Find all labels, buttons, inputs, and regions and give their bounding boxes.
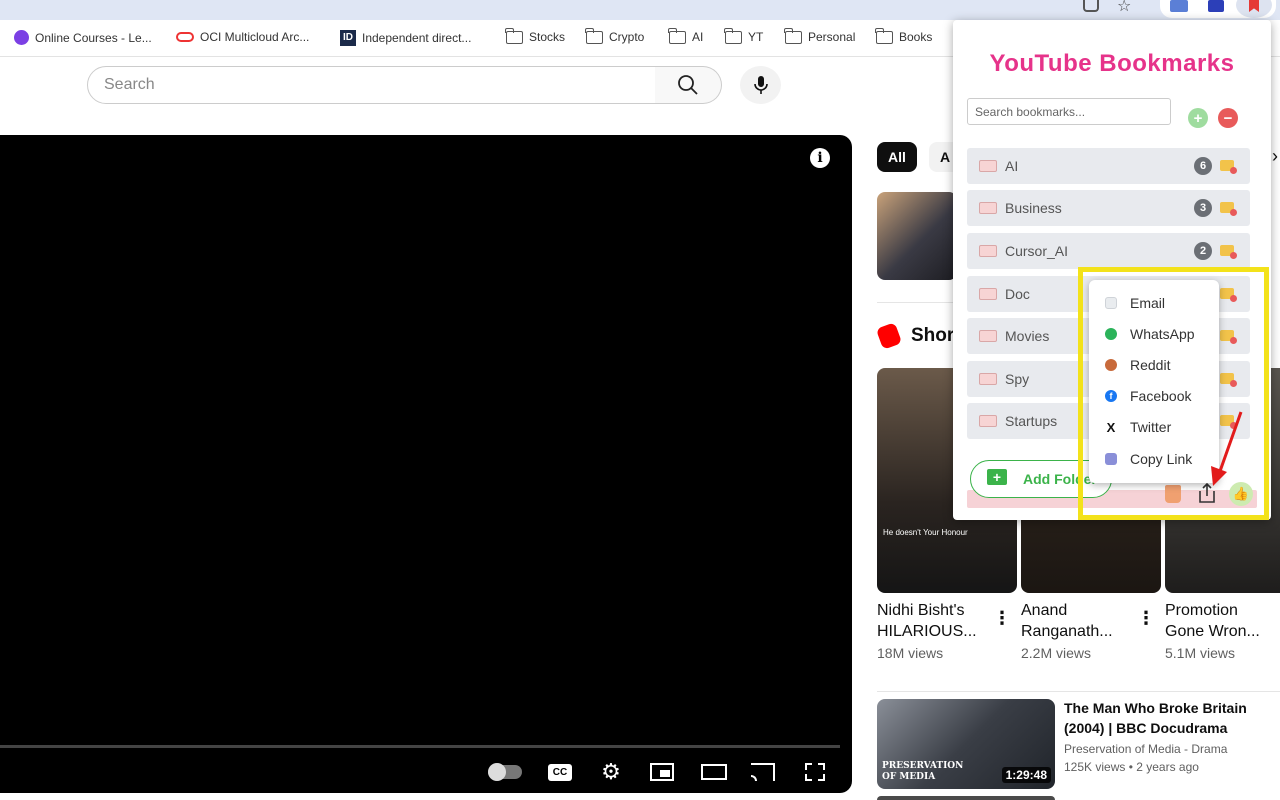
video-player[interactable]: i CC ⚙: [0, 135, 852, 793]
popup-title: YouTube Bookmarks: [989, 50, 1235, 77]
folder-icon: [979, 245, 997, 257]
email-extension-icon[interactable]: [1170, 0, 1188, 12]
search-icon: [678, 75, 698, 95]
folder-icon: [875, 27, 893, 44]
video-stats: 125K views • 2 years ago: [1064, 760, 1199, 774]
bookmark-independent-directors[interactable]: ID Independent direct...: [340, 30, 471, 46]
folder-item-business[interactable]: Business 3: [967, 190, 1250, 226]
top-video-thumbnail[interactable]: [877, 192, 957, 280]
short-card-3-text[interactable]: Promotion Gone Wron... 5.1M views: [1165, 600, 1275, 661]
bookmark-oci-multicloud[interactable]: OCI Multicloud Arc...: [176, 30, 309, 44]
star-icon[interactable]: ☆: [1117, 0, 1131, 16]
oracle-icon: [176, 32, 194, 42]
online-courses-icon: [14, 30, 29, 45]
shorts-logo-icon: [875, 322, 903, 350]
theater-mode-button[interactable]: [701, 761, 727, 783]
bookmark-count-badge: 2: [1194, 242, 1212, 260]
folder-item-ai[interactable]: AI 6: [967, 148, 1250, 184]
miniplayer-icon: [650, 763, 674, 781]
miniplayer-button[interactable]: [650, 761, 674, 783]
folder-icon: [724, 27, 742, 44]
microphone-icon: [753, 76, 768, 94]
autoplay-toggle[interactable]: [488, 761, 522, 783]
folder-icon: [784, 27, 802, 44]
shorts-heading: Shor: [911, 325, 955, 346]
chip-all[interactable]: All: [877, 142, 917, 172]
bookmark-online-courses[interactable]: Online Courses - Le...: [14, 30, 152, 45]
thumbnail-watermark: PRESERVATION OF MEDIA: [882, 761, 964, 782]
cast-button[interactable]: [751, 761, 775, 783]
folder-icon: [979, 373, 997, 385]
video-duration: 1:29:48: [1001, 767, 1051, 783]
cc-icon: CC: [548, 763, 572, 781]
fullscreen-button[interactable]: [803, 761, 827, 783]
progress-bar[interactable]: [0, 745, 840, 748]
bookmark-count-badge: 6: [1194, 157, 1212, 175]
next-video-thumbnail[interactable]: [877, 796, 1055, 800]
red-arrow-annotation: [1211, 411, 1243, 486]
more-options-icon[interactable]: ⋮: [993, 608, 1011, 629]
fullscreen-icon: [805, 763, 825, 781]
folder-item-cursor-ai[interactable]: Cursor_AI 2: [967, 233, 1250, 269]
edit-folder-icon[interactable]: [1220, 202, 1237, 216]
video-title[interactable]: The Man Who Broke Britain (2004) | BBC D…: [1064, 698, 1264, 738]
edit-folder-icon[interactable]: [1220, 245, 1237, 259]
bookmark-folder-yt[interactable]: YT: [724, 27, 763, 44]
folder-icon: [979, 160, 997, 172]
video-thumbnail[interactable]: PRESERVATION OF MEDIA 1:29:48: [877, 699, 1055, 789]
folder-icon: [505, 27, 523, 44]
remove-bookmark-button[interactable]: −: [1218, 108, 1238, 128]
folder-icon: [668, 27, 686, 44]
id-icon: ID: [340, 30, 356, 46]
theater-icon: [701, 764, 727, 780]
folder-icon: [979, 288, 997, 300]
folder-icon: [979, 330, 997, 342]
add-folder-icon: +: [987, 469, 1007, 485]
extensions-icon[interactable]: [1083, 0, 1099, 12]
info-icon[interactable]: i: [810, 148, 830, 168]
divider: [877, 302, 957, 303]
bookmark-count-badge: 3: [1194, 199, 1212, 217]
cast-icon: [751, 763, 775, 781]
captions-button[interactable]: CC: [548, 761, 572, 783]
bookmark-folder-ai[interactable]: AI: [668, 27, 703, 44]
browser-toolbar: ☆: [0, 0, 1280, 20]
plus-icon: +: [1193, 109, 1203, 127]
youtube-search-input[interactable]: Search: [87, 66, 656, 104]
bookmark-search-input[interactable]: Search bookmarks...: [967, 98, 1171, 125]
voice-search-button[interactable]: [740, 66, 781, 104]
edit-folder-icon[interactable]: [1220, 160, 1237, 174]
folder-icon: [979, 202, 997, 214]
gear-icon: ⚙: [601, 759, 621, 784]
folder-icon: [979, 415, 997, 427]
more-options-icon[interactable]: ⋮: [1137, 608, 1155, 629]
chips-next-icon[interactable]: ›: [1272, 146, 1278, 167]
bookmark-folder-stocks[interactable]: Stocks: [505, 27, 565, 44]
video-channel[interactable]: Preservation of Media - Drama: [1064, 742, 1227, 756]
youtube-search-button[interactable]: [655, 66, 722, 104]
folder-icon: [585, 27, 603, 44]
add-bookmark-button[interactable]: +: [1188, 108, 1208, 128]
extension-icon-blue[interactable]: [1208, 0, 1224, 12]
minus-icon: −: [1223, 109, 1233, 127]
divider: [877, 691, 1280, 692]
settings-button[interactable]: ⚙: [599, 761, 623, 783]
short-card-1-text[interactable]: Nidhi Bisht's HILARIOUS... 18M views: [877, 600, 987, 661]
bookmark-folder-personal[interactable]: Personal: [784, 27, 855, 44]
short-card-2-text[interactable]: Anand Ranganath... 2.2M views: [1021, 600, 1131, 661]
bookmark-folder-crypto[interactable]: Crypto: [585, 27, 644, 44]
short-caption: He doesn't Your Honour: [883, 528, 968, 537]
bookmark-folder-books[interactable]: Books: [875, 27, 932, 44]
